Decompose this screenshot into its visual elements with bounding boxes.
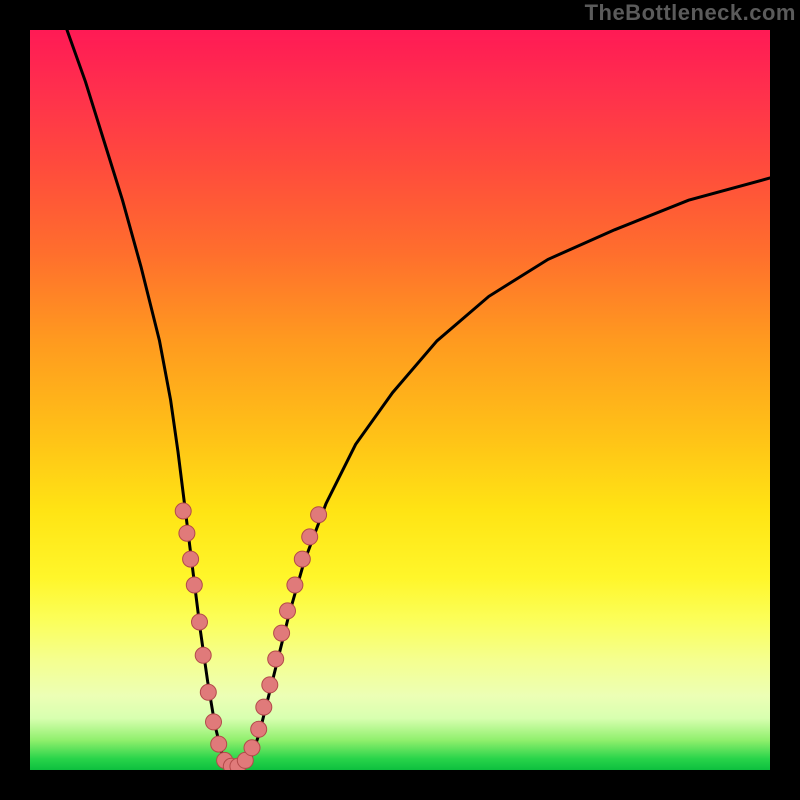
data-point — [268, 651, 284, 667]
data-point — [206, 714, 222, 730]
data-point — [256, 699, 272, 715]
data-point — [200, 684, 216, 700]
data-point — [302, 529, 318, 545]
chart-svg — [30, 30, 770, 770]
data-point — [195, 647, 211, 663]
bottleneck-curve — [67, 30, 770, 769]
data-point — [274, 625, 290, 641]
data-point — [251, 721, 267, 737]
watermark-text: TheBottleneck.com — [585, 0, 796, 26]
data-point — [280, 603, 296, 619]
data-point — [179, 525, 195, 541]
data-points — [175, 503, 326, 770]
data-point — [262, 677, 278, 693]
chart-frame: TheBottleneck.com — [0, 0, 800, 800]
data-point — [294, 551, 310, 567]
data-point — [175, 503, 191, 519]
data-point — [311, 507, 327, 523]
data-point — [192, 614, 208, 630]
data-point — [287, 577, 303, 593]
data-point — [211, 736, 227, 752]
data-point — [186, 577, 202, 593]
plot-area — [30, 30, 770, 770]
data-point — [183, 551, 199, 567]
data-point — [244, 740, 260, 756]
